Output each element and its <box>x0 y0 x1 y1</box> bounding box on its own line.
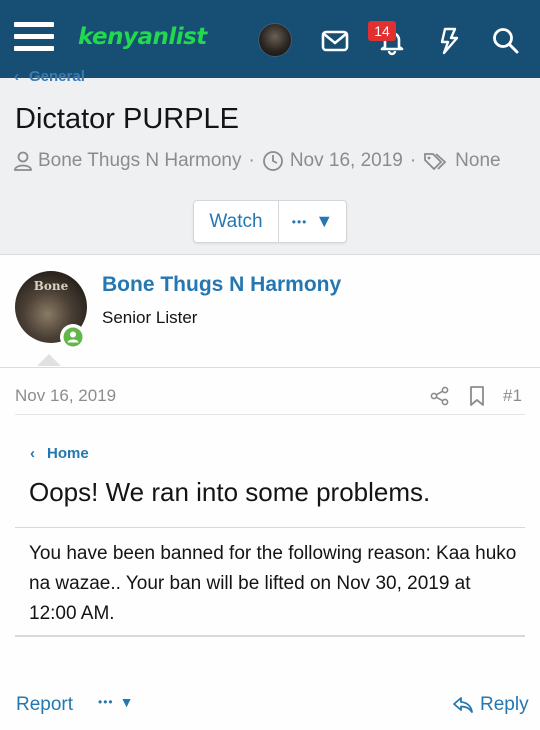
page-title: Dictator PURPLE <box>15 103 240 135</box>
post-username[interactable]: Bone Thugs N Harmony <box>102 273 341 297</box>
more-options-button[interactable]: ••• ▼ <box>279 201 346 242</box>
post-date[interactable]: Nov 16, 2019 <box>15 386 116 406</box>
top-navigation-bar: kenyanlist 14 <box>0 0 540 78</box>
report-button[interactable]: Report <box>16 694 73 716</box>
divider <box>0 367 540 368</box>
notification-badge: 14 <box>368 21 396 41</box>
search-icon[interactable] <box>491 26 521 56</box>
avatar-text: Bone <box>33 279 69 293</box>
home-breadcrumb[interactable]: ‹ Home <box>30 445 89 462</box>
post-more-button[interactable]: ••• ▼ <box>98 694 133 710</box>
caret-down-icon: ▼ <box>315 211 334 231</box>
user-title: Senior Lister <box>102 308 198 327</box>
caret-down-icon: ▼ <box>119 694 134 710</box>
share-icon[interactable] <box>430 386 450 406</box>
divider <box>15 635 525 637</box>
watch-button[interactable]: Watch <box>194 201 279 242</box>
chevron-left-icon: ‹ <box>14 68 19 85</box>
avatar[interactable] <box>258 23 292 57</box>
error-heading: Oops! We ran into some problems. <box>29 477 431 507</box>
bookmark-icon[interactable] <box>468 385 486 407</box>
ban-message: You have been banned for the following r… <box>29 543 517 624</box>
site-logo[interactable]: kenyanlist <box>78 24 207 50</box>
breadcrumb[interactable]: ‹ General <box>14 68 85 85</box>
thread-date[interactable]: Nov 16, 2019 <box>290 150 403 172</box>
home-label: Home <box>47 445 89 462</box>
tags-icon <box>424 153 447 171</box>
divider <box>15 527 525 528</box>
menu-icon[interactable] <box>14 22 54 58</box>
post-number[interactable]: #1 <box>503 386 522 406</box>
message-arrow <box>37 354 61 366</box>
online-status-icon <box>60 324 86 350</box>
user-icon <box>14 151 32 171</box>
clock-icon <box>262 151 283 171</box>
thread-author[interactable]: Bone Thugs N Harmony <box>38 150 241 172</box>
mail-icon[interactable] <box>320 26 350 56</box>
chevron-left-icon: ‹ <box>30 445 35 462</box>
reply-button[interactable]: Reply <box>452 694 529 716</box>
lightning-icon[interactable] <box>434 26 464 56</box>
breadcrumb-label: General <box>29 68 85 85</box>
thread-actions: Watch ••• ▼ <box>193 200 347 243</box>
thread-tags: None <box>455 150 501 171</box>
divider <box>15 414 525 415</box>
thread-meta: Bone Thugs N Harmony · Nov 16, 2019 · No… <box>14 150 501 172</box>
reply-icon <box>453 697 473 713</box>
reply-label: Reply <box>480 694 529 715</box>
